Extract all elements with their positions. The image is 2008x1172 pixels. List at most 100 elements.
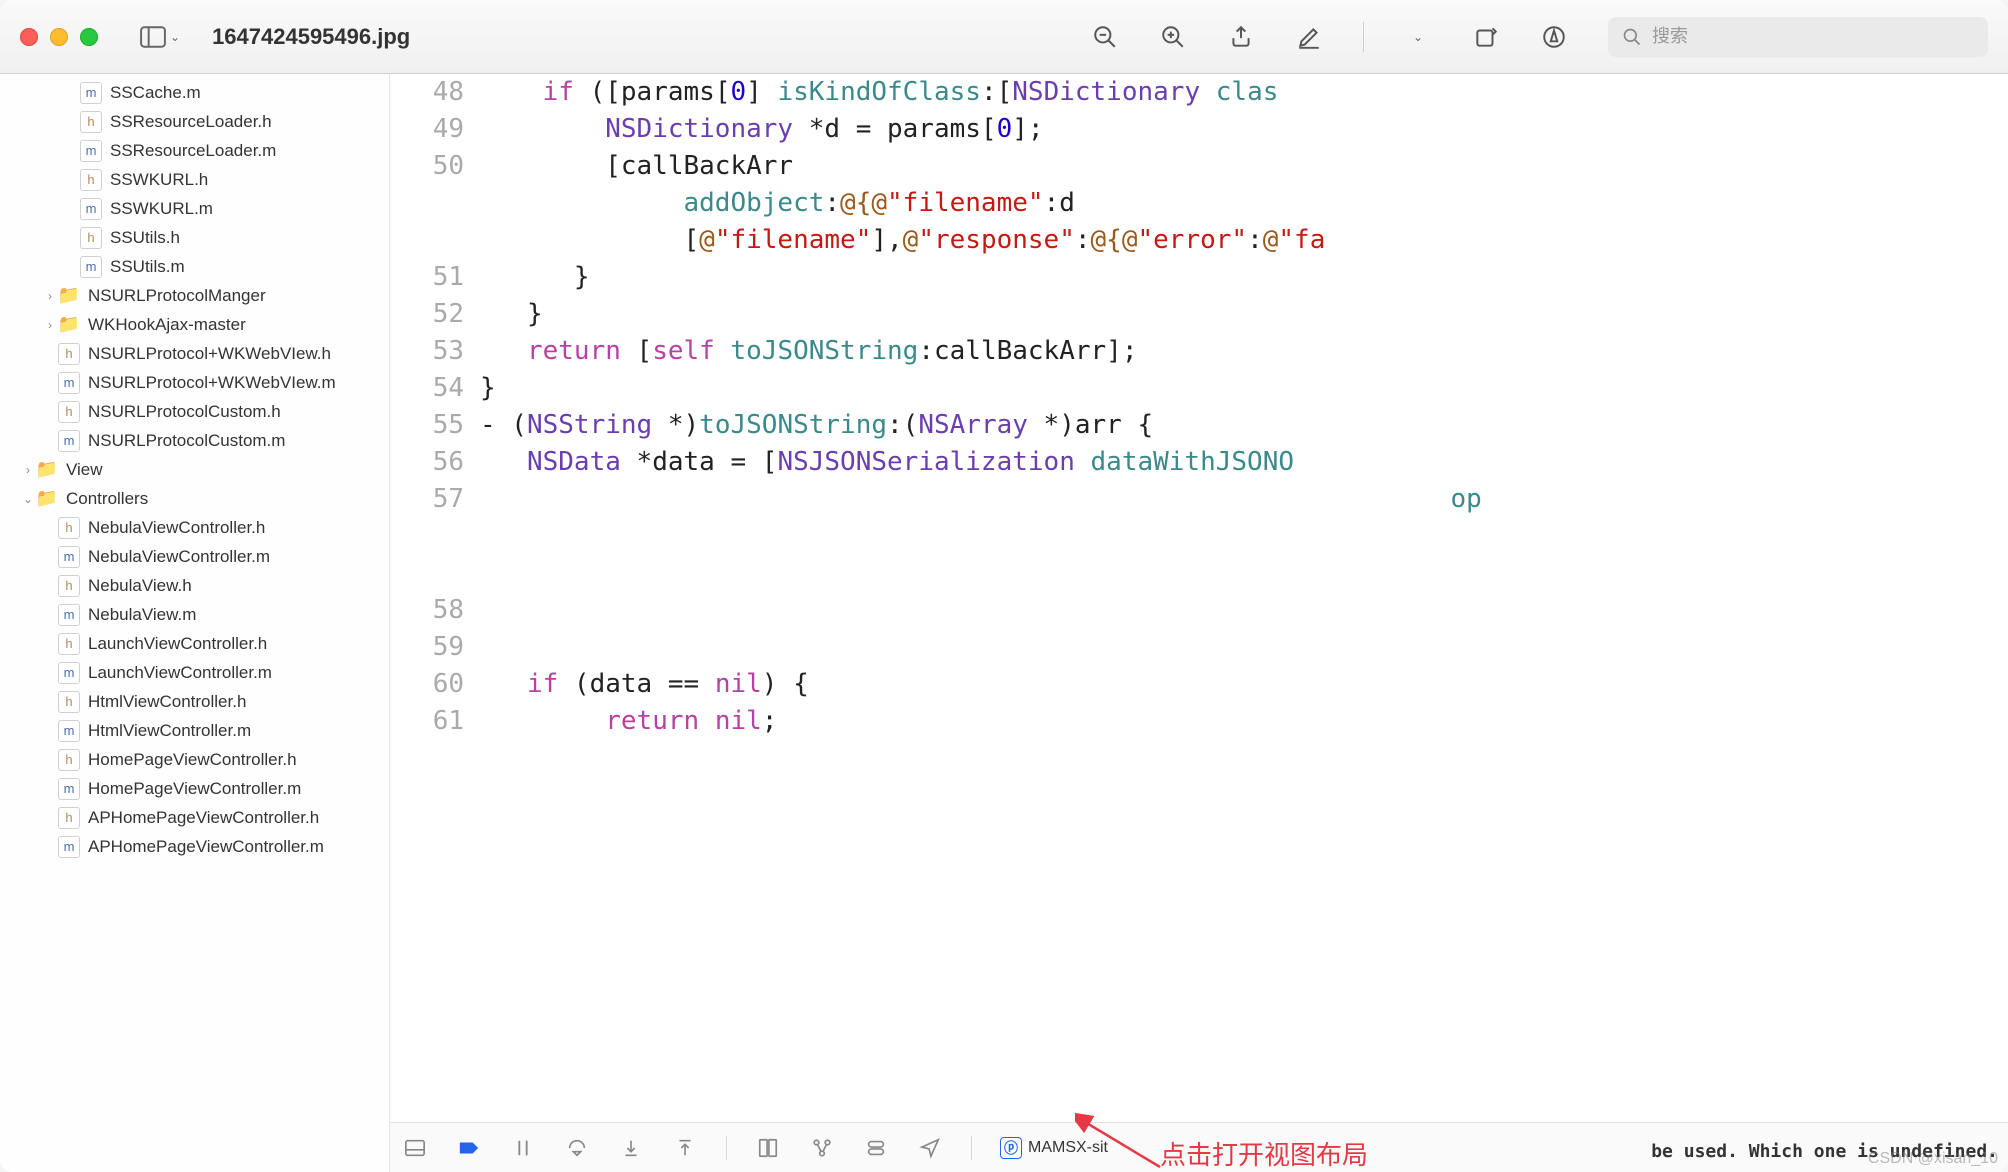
- step-over-icon[interactable]: [564, 1135, 590, 1161]
- line-number[interactable]: [390, 222, 464, 259]
- code-line[interactable]: }: [480, 370, 2008, 407]
- file-item[interactable]: hHtmlViewController.h: [0, 687, 389, 716]
- file-label: WKHookAjax-master: [88, 315, 246, 335]
- preview-window: ⌄ 1647424595496.jpg ⌄: [0, 0, 2008, 1172]
- code-line[interactable]: [480, 629, 2008, 666]
- memory-graph-icon[interactable]: [809, 1135, 835, 1161]
- view-debug-icon[interactable]: [755, 1135, 781, 1161]
- maximize-button[interactable]: [80, 28, 98, 46]
- location-icon[interactable]: [917, 1135, 943, 1161]
- line-number[interactable]: 49: [390, 111, 464, 148]
- code-line[interactable]: }: [480, 259, 2008, 296]
- line-number[interactable]: 59: [390, 629, 464, 666]
- code-line[interactable]: return nil;: [480, 703, 2008, 740]
- file-item[interactable]: hAPHomePageViewController.h: [0, 803, 389, 832]
- line-number[interactable]: 48: [390, 74, 464, 111]
- code-line[interactable]: op: [480, 481, 2008, 518]
- line-number[interactable]: 57: [390, 481, 464, 518]
- line-number[interactable]: 60: [390, 666, 464, 703]
- file-item[interactable]: hNebulaViewController.h: [0, 513, 389, 542]
- line-number[interactable]: 56: [390, 444, 464, 481]
- override-icon[interactable]: [863, 1135, 889, 1161]
- folder-item[interactable]: ›📁WKHookAjax-master: [0, 310, 389, 339]
- code-line[interactable]: if (data == nil) {: [480, 666, 2008, 703]
- line-number[interactable]: 52: [390, 296, 464, 333]
- file-item[interactable]: mNebulaView.m: [0, 600, 389, 629]
- file-item[interactable]: mSSWKURL.m: [0, 194, 389, 223]
- code-line[interactable]: [@"filename"],@"response":@{@"error":@"f…: [480, 222, 2008, 259]
- zoom-out-button[interactable]: [1091, 23, 1119, 51]
- disclosure-icon[interactable]: ⌄: [20, 492, 36, 506]
- line-number[interactable]: [390, 555, 464, 592]
- search-input[interactable]: [1652, 26, 1974, 47]
- sidebar-toggle[interactable]: ⌄: [140, 26, 180, 48]
- code-line[interactable]: addObject:@{@"filename":d: [480, 185, 2008, 222]
- code-line[interactable]: [480, 592, 2008, 629]
- file-label: View: [66, 460, 103, 480]
- code-line[interactable]: [480, 518, 2008, 555]
- search-box[interactable]: [1608, 17, 1988, 57]
- file-item[interactable]: hSSWKURL.h: [0, 165, 389, 194]
- code-line[interactable]: NSDictionary *d = params[0];: [480, 111, 2008, 148]
- file-item[interactable]: hLaunchViewController.h: [0, 629, 389, 658]
- code-line[interactable]: [480, 555, 2008, 592]
- code-content[interactable]: if ([params[0] isKindOfClass:[NSDictiona…: [480, 74, 2008, 1122]
- pause-icon[interactable]: [510, 1135, 536, 1161]
- file-item[interactable]: mHtmlViewController.m: [0, 716, 389, 745]
- more-button[interactable]: ⌄: [1404, 23, 1432, 51]
- impl-file-icon: m: [58, 778, 80, 800]
- annotate-button[interactable]: [1540, 23, 1568, 51]
- disclosure-icon[interactable]: ›: [42, 289, 58, 303]
- line-number[interactable]: 51: [390, 259, 464, 296]
- file-item[interactable]: mSSUtils.m: [0, 252, 389, 281]
- file-item[interactable]: hNSURLProtocol+WKWebVIew.h: [0, 339, 389, 368]
- file-item[interactable]: mAPHomePageViewController.m: [0, 832, 389, 861]
- file-item[interactable]: mHomePageViewController.m: [0, 774, 389, 803]
- file-label: NebulaView.h: [88, 576, 192, 596]
- code-line[interactable]: [callBackArr: [480, 148, 2008, 185]
- code-line[interactable]: - (NSString *)toJSONString:(NSArray *)ar…: [480, 407, 2008, 444]
- markup-button[interactable]: [1295, 23, 1323, 51]
- line-number[interactable]: [390, 518, 464, 555]
- line-number[interactable]: 53: [390, 333, 464, 370]
- folder-item[interactable]: ⌄📁Controllers: [0, 484, 389, 513]
- sidebar-icon: [140, 26, 166, 48]
- line-number[interactable]: 61: [390, 703, 464, 740]
- disclosure-icon[interactable]: ›: [42, 318, 58, 332]
- scheme-badge[interactable]: ⓟ MAMSX-sit: [1000, 1137, 1108, 1159]
- code-line[interactable]: NSData *data = [NSJSONSerialization data…: [480, 444, 2008, 481]
- file-item[interactable]: mSSCache.m: [0, 78, 389, 107]
- step-out-icon[interactable]: [672, 1135, 698, 1161]
- file-item[interactable]: hNSURLProtocolCustom.h: [0, 397, 389, 426]
- line-number[interactable]: 55: [390, 407, 464, 444]
- file-item[interactable]: mSSResourceLoader.m: [0, 136, 389, 165]
- file-item[interactable]: mLaunchViewController.m: [0, 658, 389, 687]
- folder-item[interactable]: ›📁View: [0, 455, 389, 484]
- minimize-button[interactable]: [50, 28, 68, 46]
- file-item[interactable]: mNSURLProtocolCustom.m: [0, 426, 389, 455]
- close-button[interactable]: [20, 28, 38, 46]
- folder-item[interactable]: ›📁NSURLProtocolManger: [0, 281, 389, 310]
- console-toggle-icon[interactable]: [402, 1135, 428, 1161]
- file-navigator[interactable]: mSSCache.mhSSResourceLoader.hmSSResource…: [0, 74, 390, 1172]
- line-number[interactable]: [390, 185, 464, 222]
- file-item[interactable]: hHomePageViewController.h: [0, 745, 389, 774]
- zoom-in-button[interactable]: [1159, 23, 1187, 51]
- file-item[interactable]: hSSResourceLoader.h: [0, 107, 389, 136]
- code-line[interactable]: return [self toJSONString:callBackArr];: [480, 333, 2008, 370]
- file-item[interactable]: mNSURLProtocol+WKWebVIew.m: [0, 368, 389, 397]
- line-number[interactable]: 58: [390, 592, 464, 629]
- line-number[interactable]: 50: [390, 148, 464, 185]
- file-item[interactable]: hSSUtils.h: [0, 223, 389, 252]
- breakpoint-icon[interactable]: [456, 1135, 482, 1161]
- code-line[interactable]: if ([params[0] isKindOfClass:[NSDictiona…: [480, 74, 2008, 111]
- file-item[interactable]: hNebulaView.h: [0, 571, 389, 600]
- line-number[interactable]: 54: [390, 370, 464, 407]
- code-line[interactable]: }: [480, 296, 2008, 333]
- step-into-icon[interactable]: [618, 1135, 644, 1161]
- rotate-button[interactable]: [1472, 23, 1500, 51]
- share-button[interactable]: [1227, 23, 1255, 51]
- code-area[interactable]: 484950 51525354555657 58596061 if ([params…: [390, 74, 2008, 1122]
- file-item[interactable]: mNebulaViewController.m: [0, 542, 389, 571]
- disclosure-icon[interactable]: ›: [20, 463, 36, 477]
